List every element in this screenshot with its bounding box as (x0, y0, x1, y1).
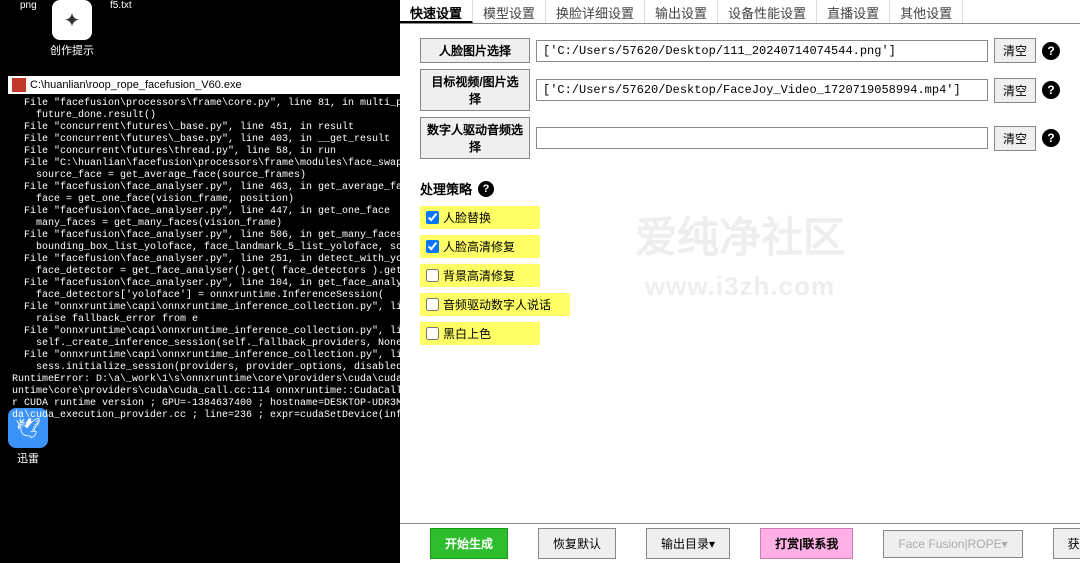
tab-faceswap[interactable]: 换脸详细设置 (546, 0, 645, 23)
console-output[interactable]: File "facefusion\processors\frame\core.p… (8, 94, 400, 426)
app-icon (12, 78, 26, 92)
checkbox[interactable] (426, 298, 439, 311)
face-path-input[interactable] (536, 40, 988, 62)
bottom-bar: 开始生成 恢复默认 输出目录▾ 打赏|联系我 Face Fusion|ROPE▾… (400, 523, 1080, 563)
checkbox[interactable] (426, 240, 439, 253)
tab-bar: 快速设置 模型设置 换脸详细设置 输出设置 设备性能设置 直播设置 其他设置 (400, 0, 1080, 24)
label-png: png (20, 0, 37, 11)
desktop-icon-label: 迅雷 (8, 450, 48, 466)
sparkle-icon: ✦ (52, 0, 92, 40)
help-icon[interactable]: ? (1042, 81, 1060, 99)
checkbox[interactable] (426, 211, 439, 224)
opt-faceswap[interactable]: 人脸替换 (420, 206, 540, 229)
strategy-title: 处理策略 ? (420, 179, 1060, 198)
console-window: C:\huanlian\roop_rope_facefusion_V60.exe… (8, 76, 400, 396)
tab-live[interactable]: 直播设置 (817, 0, 890, 23)
clear-audio-button[interactable]: 清空 (994, 126, 1036, 151)
form-area: 人脸图片选择 清空 ? 目标视频/图片选择 清空 ? 数字人驱动音频选择 清空 … (400, 24, 1080, 365)
console-title-text: C:\huanlian\roop_rope_facefusion_V60.exe (30, 79, 242, 91)
help-icon[interactable]: ? (478, 181, 494, 197)
help-icon[interactable]: ? (1042, 42, 1060, 60)
target-path-input[interactable] (536, 79, 988, 101)
settings-panel: 快速设置 模型设置 换脸详细设置 输出设置 设备性能设置 直播设置 其他设置 人… (400, 0, 1080, 563)
options-list: 人脸替换 人脸高清修复 背景高清修复 音频驱动数字人说话 黑白上色 (420, 206, 1060, 345)
desktop-area: png f5.txt ✦ 创作提示 🕊 迅雷 C:\huanlian\roop_… (0, 0, 400, 563)
brand-button[interactable]: Face Fusion|ROPE▾ (883, 530, 1022, 558)
opt-audiotalk[interactable]: 音频驱动数字人说话 (420, 293, 570, 316)
select-target-button[interactable]: 目标视频/图片选择 (420, 69, 530, 111)
tab-other[interactable]: 其他设置 (890, 0, 963, 23)
desktop-icon-creation[interactable]: ✦ 创作提示 (50, 0, 94, 58)
donate-button[interactable]: 打赏|联系我 (760, 528, 853, 559)
desktop-icon-label: 创作提示 (50, 42, 94, 58)
audio-path-input[interactable] (536, 127, 988, 149)
more-button[interactable]: 获取更多软件▾ (1053, 528, 1080, 559)
tab-device[interactable]: 设备性能设置 (718, 0, 817, 23)
checkbox[interactable] (426, 327, 439, 340)
opt-facehd[interactable]: 人脸高清修复 (420, 235, 540, 258)
clear-face-button[interactable]: 清空 (994, 38, 1036, 63)
console-titlebar[interactable]: C:\huanlian\roop_rope_facefusion_V60.exe (8, 76, 400, 94)
select-face-button[interactable]: 人脸图片选择 (420, 38, 530, 63)
checkbox[interactable] (426, 269, 439, 282)
tab-output[interactable]: 输出设置 (645, 0, 718, 23)
help-icon[interactable]: ? (1042, 129, 1060, 147)
opt-colorize[interactable]: 黑白上色 (420, 322, 540, 345)
select-audio-button[interactable]: 数字人驱动音频选择 (420, 117, 530, 159)
clear-target-button[interactable]: 清空 (994, 78, 1036, 103)
tab-quick[interactable]: 快速设置 (400, 0, 473, 23)
label-txt: f5.txt (110, 0, 132, 11)
reset-button[interactable]: 恢复默认 (538, 528, 616, 559)
outdir-button[interactable]: 输出目录▾ (646, 528, 730, 559)
tab-model[interactable]: 模型设置 (473, 0, 546, 23)
opt-bghd[interactable]: 背景高清修复 (420, 264, 540, 287)
start-button[interactable]: 开始生成 (430, 528, 508, 559)
